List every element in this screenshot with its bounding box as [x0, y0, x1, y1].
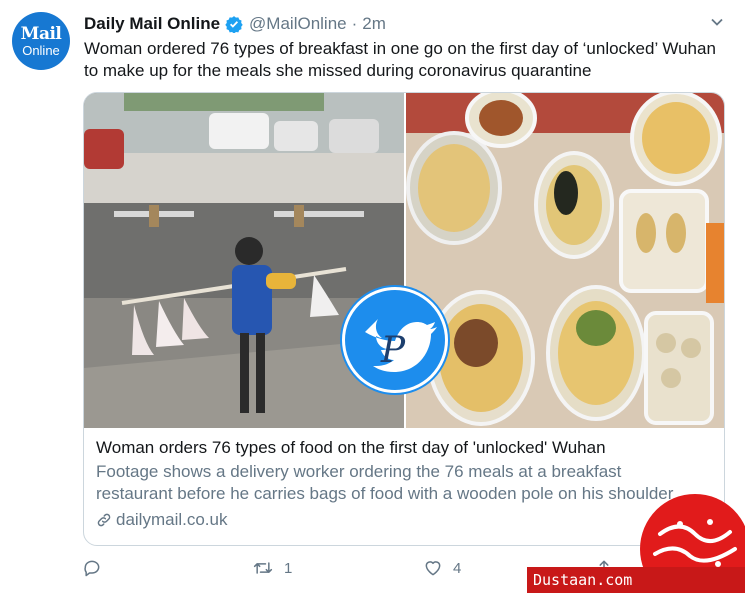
- tweet-timestamp[interactable]: 2m: [362, 14, 386, 34]
- retweet-icon: [253, 562, 273, 574]
- card-description-line1: Footage shows a delivery worker ordering…: [96, 462, 622, 481]
- card-description-line2: restaurant before he carries bags of foo…: [96, 484, 674, 503]
- avatar-line2: Online: [22, 42, 60, 58]
- card-title[interactable]: Woman orders 76 types of food on the fir…: [96, 437, 716, 459]
- breakfast-photo: [406, 93, 724, 428]
- retweet-count: 1: [284, 559, 293, 577]
- tweet-text: Woman ordered 76 types of breakfast in o…: [84, 39, 716, 80]
- link-icon: [97, 513, 111, 527]
- reply-icon: [84, 560, 100, 577]
- avatar-line1: Mail: [20, 23, 62, 44]
- bird-icon: P: [365, 319, 437, 372]
- author-name[interactable]: Daily Mail Online: [84, 14, 220, 34]
- watermark-site-label: Dustaan.com: [527, 567, 745, 593]
- author-handle[interactable]: @MailOnline: [249, 14, 347, 34]
- retweet-button[interactable]: 1: [252, 558, 292, 578]
- card-domain[interactable]: dailymail.co.uk: [116, 509, 228, 531]
- reply-button[interactable]: [82, 558, 112, 578]
- card-body[interactable]: Woman orders 76 types of food on the fir…: [96, 437, 716, 531]
- avatar[interactable]: Mail Online: [12, 12, 70, 70]
- tweet-header: Daily Mail Online @MailOnline · 2m: [84, 12, 386, 36]
- like-button[interactable]: 4: [423, 558, 461, 578]
- header-separator: ·: [351, 14, 358, 33]
- watermark-logo: P: [342, 287, 448, 393]
- like-icon: [425, 561, 441, 576]
- watermark-letter: P: [380, 330, 406, 371]
- verified-badge-icon: [225, 15, 243, 33]
- card-link[interactable]: dailymail.co.uk: [96, 509, 716, 531]
- chevron-down-icon[interactable]: [709, 14, 725, 30]
- like-count: 4: [453, 559, 462, 577]
